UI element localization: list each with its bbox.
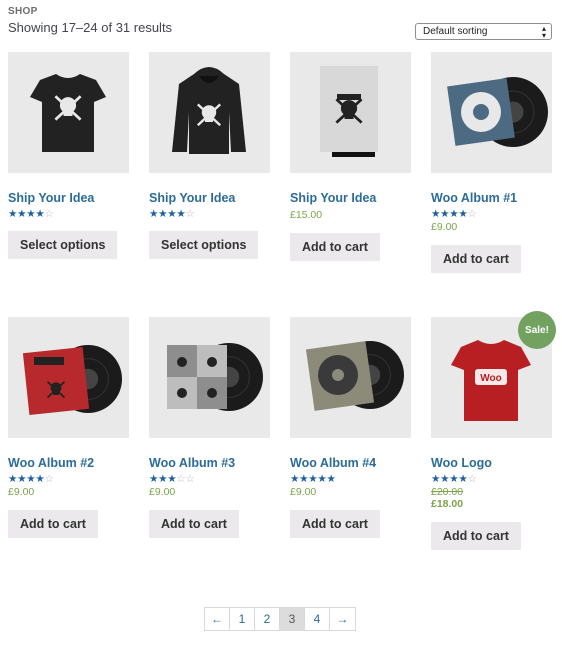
product-image[interactable]	[149, 317, 270, 438]
star-icon: ★	[26, 208, 36, 220]
product-price: £9.00	[290, 486, 317, 498]
add-to-cart-button[interactable]: Add to cart	[431, 522, 521, 550]
product-image[interactable]	[290, 52, 411, 173]
sort-select[interactable]: Default sorting ▴ ▾	[415, 23, 552, 40]
product-image[interactable]	[8, 317, 129, 438]
product-card: Woo Album #2 ★★★★☆ £9.00 Add to cart	[8, 317, 129, 538]
star-rating: ★★★★☆	[431, 208, 552, 220]
star-icon: ★	[299, 473, 309, 485]
star-icon: ★	[158, 208, 168, 220]
star-rating: ★★★☆☆	[149, 473, 270, 485]
product-card: Ship Your Idea ★★★★☆ Select options	[8, 52, 129, 259]
product-card: Woo Woo Logo ★★★★☆ £20.00 £18.00 Add to cart	[431, 317, 552, 550]
star-icon: ★	[449, 208, 459, 220]
product-title[interactable]: Woo Logo	[431, 456, 552, 470]
add-to-cart-button[interactable]: Add to cart	[431, 245, 521, 273]
sale-badge: Sale!	[518, 311, 556, 349]
product-price: £18.00	[431, 498, 464, 510]
product-card: Woo Album #1 ★★★★☆ £9.00 Add to cart	[431, 52, 552, 273]
star-icon: ★	[290, 473, 300, 485]
product-price: £15.00	[290, 209, 323, 221]
select-options-button[interactable]: Select options	[149, 231, 259, 259]
star-icon: ★	[308, 473, 318, 485]
product-price: £9.00	[431, 221, 458, 233]
star-rating: ★★★★☆	[149, 208, 270, 220]
star-icon: ★	[449, 473, 459, 485]
star-icon: ★	[8, 208, 18, 220]
page-link[interactable]: 4	[305, 608, 330, 630]
star-icon: ★	[35, 473, 45, 485]
pagination: ← 1 2 3 4 →	[204, 607, 356, 631]
star-icon: ☆	[185, 208, 195, 220]
star-icon: ★	[167, 473, 177, 485]
star-icon: ☆	[467, 208, 477, 220]
star-rating: ★★★★☆	[431, 473, 552, 485]
star-icon: ★	[35, 208, 45, 220]
add-to-cart-button[interactable]: Add to cart	[290, 510, 380, 538]
product-title[interactable]: Ship Your Idea	[149, 191, 270, 205]
select-arrows-icon: ▴ ▾	[541, 23, 546, 40]
product-card: Ship Your Idea ★★★★☆ Select options	[149, 52, 270, 259]
product-image[interactable]	[149, 52, 270, 173]
star-icon: ★	[431, 208, 441, 220]
star-icon: ☆	[185, 473, 195, 485]
product-title[interactable]: Woo Album #4	[290, 456, 411, 470]
star-icon: ★	[149, 473, 159, 485]
star-icon: ★	[317, 473, 327, 485]
star-icon: ★	[158, 473, 168, 485]
star-icon: ★	[8, 473, 18, 485]
add-to-cart-button[interactable]: Add to cart	[8, 510, 98, 538]
product-price: £9.00	[149, 486, 176, 498]
star-icon: ★	[17, 473, 27, 485]
star-icon: ★	[26, 473, 36, 485]
star-icon: ★	[458, 473, 468, 485]
select-options-button[interactable]: Select options	[8, 231, 118, 259]
breadcrumb[interactable]: SHOP	[8, 6, 38, 17]
star-icon: ☆	[467, 473, 477, 485]
product-title[interactable]: Woo Album #1	[431, 191, 552, 205]
star-icon: ★	[176, 208, 186, 220]
product-price: £9.00	[8, 486, 35, 498]
star-icon: ★	[17, 208, 27, 220]
product-old-price: £20.00	[431, 486, 464, 498]
star-icon: ★	[458, 208, 468, 220]
star-icon: ★	[326, 473, 336, 485]
product-image[interactable]	[8, 52, 129, 173]
star-icon: ☆	[44, 473, 54, 485]
result-count: Showing 17–24 of 31 results	[8, 20, 173, 35]
star-icon: ☆	[176, 473, 186, 485]
product-title[interactable]: Ship Your Idea	[290, 191, 411, 205]
svg-text:Woo: Woo	[480, 373, 501, 384]
star-rating: ★★★★★	[290, 473, 411, 485]
star-icon: ★	[167, 208, 177, 220]
product-card: Woo Album #3 ★★★☆☆ £9.00 Add to cart	[149, 317, 270, 538]
next-page-button[interactable]: →	[330, 608, 355, 630]
star-rating: ★★★★☆	[8, 208, 129, 220]
product-title[interactable]: Woo Album #3	[149, 456, 270, 470]
product-title[interactable]: Woo Album #2	[8, 456, 129, 470]
sort-select-value: Default sorting	[423, 26, 488, 37]
star-icon: ☆	[44, 208, 54, 220]
product-title[interactable]: Ship Your Idea	[8, 191, 129, 205]
product-card: Ship Your Idea £15.00 Add to cart	[290, 52, 411, 261]
star-icon: ★	[440, 208, 450, 220]
product-card: Woo Album #4 ★★★★★ £9.00 Add to cart	[290, 317, 411, 538]
current-page: 3	[280, 608, 305, 630]
page-link[interactable]: 1	[230, 608, 255, 630]
star-icon: ★	[440, 473, 450, 485]
star-icon: ★	[149, 208, 159, 220]
product-image[interactable]	[431, 52, 552, 173]
star-rating: ★★★★☆	[8, 473, 129, 485]
page-link[interactable]: 2	[255, 608, 280, 630]
star-icon: ★	[431, 473, 441, 485]
prev-page-button[interactable]: ←	[205, 608, 230, 630]
add-to-cart-button[interactable]: Add to cart	[149, 510, 239, 538]
product-image[interactable]	[290, 317, 411, 438]
add-to-cart-button[interactable]: Add to cart	[290, 233, 380, 261]
